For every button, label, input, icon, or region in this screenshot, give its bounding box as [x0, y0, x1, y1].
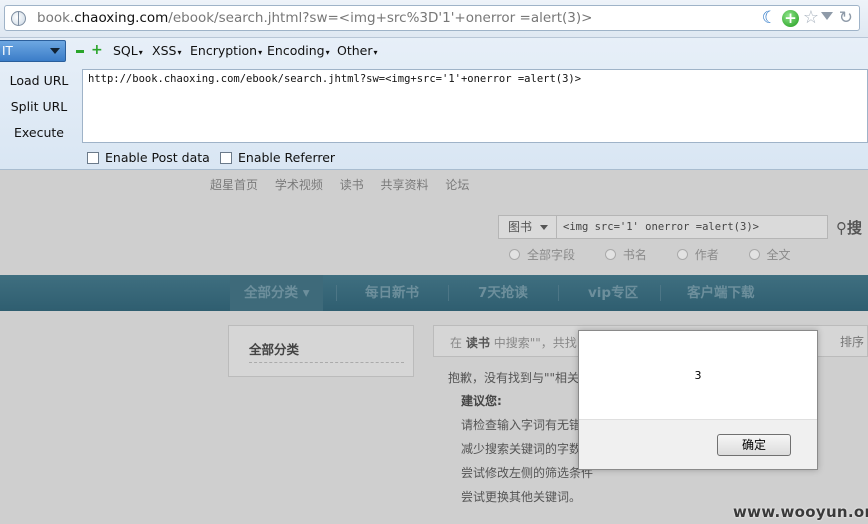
no-result-text: 抱歉，没有找到与""相关: [448, 371, 580, 385]
menu-encoding[interactable]: Encoding: [267, 43, 330, 58]
scope-author[interactable]: 作者: [676, 248, 719, 262]
suggestion-item: 减少搜索关键词的字数: [461, 442, 582, 456]
radio-icon: [604, 249, 616, 260]
alert-dialog: 3 确定: [578, 330, 818, 470]
radio-icon: [676, 249, 688, 260]
search-box: 图书 <img src='1' onerror =alert(3)>: [498, 215, 828, 239]
hackbar-selector[interactable]: IT: [0, 40, 66, 62]
suggestion-item: 尝试更换其他关键词。: [461, 490, 582, 504]
alert-footer: 确定: [579, 419, 817, 469]
bookmark-star-icon[interactable]: ☆: [803, 7, 819, 28]
watermark: www.wooyun.org: [733, 503, 868, 521]
ok-button[interactable]: 确定: [717, 434, 791, 456]
category-panel: 全部分类: [228, 325, 414, 377]
radio-icon: [509, 249, 520, 260]
alert-message: 3: [694, 369, 702, 382]
search-button[interactable]: ⚲搜: [836, 217, 862, 238]
chevron-down-icon: ▾: [302, 285, 310, 301]
split-url-button[interactable]: Split URL: [0, 99, 78, 114]
add-icon[interactable]: +: [782, 10, 799, 27]
suggestion-item: 尝试修改左侧的筛选条件: [461, 466, 594, 480]
browser-toolbar: book.chaoxing.com/ebook/search.jhtml?sw=…: [0, 0, 868, 38]
main-nav: 全部分类 ▾ 每日新书 7天抢读 vip专区 客户端下载: [0, 275, 868, 311]
dropdown-arrow-icon[interactable]: [821, 12, 833, 20]
top-links: 超星首页 学术视频 读书 共享资料 论坛: [210, 176, 482, 193]
execute-button[interactable]: Execute: [0, 125, 78, 140]
reload-icon[interactable]: ↻: [839, 8, 853, 28]
nav-vip[interactable]: vip专区: [588, 275, 638, 311]
menu-other[interactable]: Other: [337, 43, 378, 58]
address-bar[interactable]: book.chaoxing.com/ebook/search.jhtml?sw=…: [4, 5, 860, 31]
enable-referrer-checkbox[interactable]: Enable Referrer: [220, 150, 335, 165]
top-link[interactable]: 学术视频: [275, 178, 323, 192]
url-textarea[interactable]: http://book.chaoxing.com/ebook/search.jh…: [82, 69, 868, 143]
nav-7day[interactable]: 7天抢读: [478, 275, 528, 311]
search-scope-options: 全部字段 书名 作者 全文: [509, 246, 817, 263]
increase-icon[interactable]: +: [91, 43, 103, 57]
load-url-button[interactable]: Load URL: [0, 73, 78, 88]
search-input[interactable]: <img src='1' onerror =alert(3)>: [563, 216, 759, 238]
suggestion-item: 请检查输入字词有无错: [461, 418, 582, 432]
search-icon: ⚲: [836, 219, 847, 237]
enable-post-checkbox[interactable]: Enable Post data: [87, 150, 210, 165]
top-link[interactable]: 论坛: [445, 178, 469, 192]
scope-all[interactable]: 全部字段: [509, 248, 575, 262]
nav-client-download[interactable]: 客户端下载: [687, 275, 755, 311]
moon-icon[interactable]: ☾: [762, 9, 777, 27]
url-text[interactable]: book.chaoxing.com/ebook/search.jhtml?sw=…: [37, 10, 592, 26]
top-link[interactable]: 共享资料: [381, 178, 429, 192]
menu-encryption[interactable]: Encryption: [190, 43, 262, 58]
scope-title[interactable]: 书名: [604, 248, 647, 262]
decrease-icon[interactable]: [76, 50, 84, 53]
chevron-down-icon: [50, 48, 60, 54]
sort-label[interactable]: 排序: [840, 333, 864, 350]
radio-icon: [748, 249, 760, 260]
checkbox-icon: [87, 152, 99, 164]
nav-all-categories[interactable]: 全部分类 ▾: [230, 275, 324, 311]
scope-fulltext[interactable]: 全文: [748, 248, 791, 262]
top-link[interactable]: 超星首页: [210, 178, 258, 192]
nav-daily-new[interactable]: 每日新书: [365, 275, 419, 311]
top-link[interactable]: 读书: [340, 178, 364, 192]
checkbox-icon: [220, 152, 232, 164]
search-category-select[interactable]: 图书: [499, 216, 557, 238]
hackbar-panel: IT + SQL XSS Encryption Encoding Other L…: [0, 38, 868, 170]
menu-xss[interactable]: XSS: [152, 43, 181, 58]
suggest-title: 建议您:: [461, 394, 502, 408]
chevron-down-icon: [540, 225, 548, 230]
category-panel-title: 全部分类: [249, 342, 300, 357]
globe-icon: [11, 11, 26, 26]
menu-sql[interactable]: SQL: [113, 43, 143, 58]
